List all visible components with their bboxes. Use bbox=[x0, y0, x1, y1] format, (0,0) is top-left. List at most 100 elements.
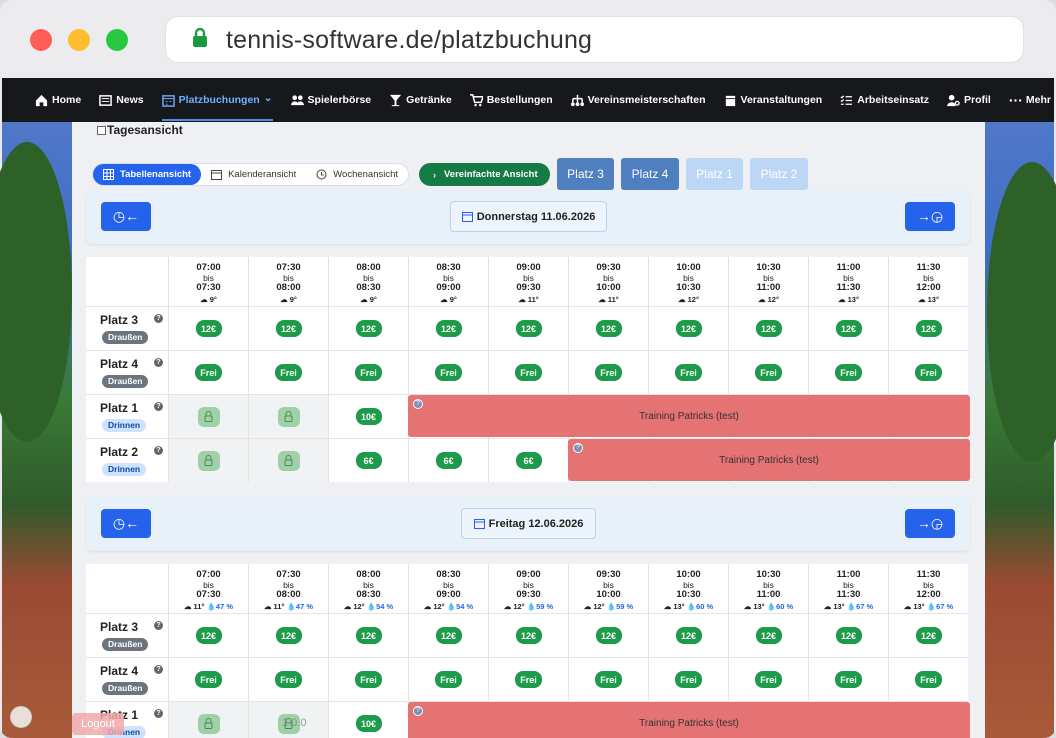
maximize-window-button[interactable] bbox=[106, 29, 128, 51]
court-filter-platz1[interactable]: Platz 1 bbox=[686, 158, 743, 190]
nav-item-platzbuchungen[interactable]: Platzbuchungen ⌄ bbox=[161, 78, 273, 122]
booking-block[interactable]: ? Training Patricks (test) bbox=[568, 439, 970, 481]
slot-cell[interactable]: 6€ bbox=[488, 438, 568, 482]
booking-block[interactable]: ? Training Patricks (test) bbox=[408, 395, 970, 437]
slot-price-pill[interactable]: Frei bbox=[675, 364, 702, 381]
slot-cell[interactable]: 12€ bbox=[648, 306, 728, 350]
help-icon[interactable]: ? bbox=[154, 358, 163, 367]
slot-price-pill[interactable]: 12€ bbox=[595, 627, 622, 644]
slot-cell[interactable]: 12€ bbox=[248, 306, 328, 350]
tab-wochenansicht[interactable]: Wochenansicht bbox=[306, 164, 408, 185]
slot-cell[interactable]: 12€ bbox=[168, 306, 248, 350]
help-icon[interactable]: ? bbox=[154, 446, 163, 455]
slot-price-pill[interactable]: 6€ bbox=[355, 452, 382, 469]
slot-price-pill[interactable]: Frei bbox=[355, 364, 382, 381]
slot-cell[interactable]: 6€ bbox=[408, 438, 488, 482]
slot-cell[interactable]: Frei bbox=[888, 657, 968, 701]
slot-price-pill[interactable]: 12€ bbox=[275, 320, 302, 337]
nav-item-veranstaltungen[interactable]: Veranstaltungen bbox=[724, 78, 822, 122]
slot-price-pill[interactable]: 12€ bbox=[915, 627, 942, 644]
nav-item-profil[interactable]: Profil bbox=[947, 78, 991, 122]
slot-cell[interactable]: 12€ bbox=[488, 306, 568, 350]
slot-cell[interactable]: Frei bbox=[488, 657, 568, 701]
tab-tabellenansicht[interactable]: Tabellenansicht bbox=[93, 164, 202, 185]
slot-cell[interactable]: Frei bbox=[408, 350, 488, 394]
booking-block[interactable]: ? Training Patricks (test) bbox=[408, 702, 970, 738]
previous-day-button[interactable]: ◷← bbox=[101, 202, 151, 231]
slot-price-pill[interactable]: 12€ bbox=[915, 320, 942, 337]
slot-cell[interactable]: 12€ bbox=[328, 306, 408, 350]
slot-cell[interactable]: Frei bbox=[248, 657, 328, 701]
slot-cell[interactable]: 12€ bbox=[568, 613, 648, 657]
slot-cell[interactable]: Frei bbox=[728, 350, 808, 394]
slot-cell[interactable]: 12€ bbox=[648, 613, 728, 657]
slot-cell[interactable]: 12€ bbox=[168, 613, 248, 657]
slot-cell[interactable]: 12€ bbox=[568, 306, 648, 350]
slot-cell[interactable]: 10€ bbox=[328, 394, 408, 438]
slot-price-pill[interactable]: Frei bbox=[835, 671, 862, 688]
slot-price-pill[interactable]: Frei bbox=[195, 364, 222, 381]
slot-price-pill[interactable]: Frei bbox=[755, 364, 782, 381]
slot-cell[interactable]: Frei bbox=[728, 657, 808, 701]
slot-cell[interactable] bbox=[168, 394, 248, 438]
minimize-window-button[interactable] bbox=[68, 29, 90, 51]
slot-cell[interactable]: 12€ bbox=[408, 306, 488, 350]
slot-cell[interactable]: Frei bbox=[648, 350, 728, 394]
date-picker-button[interactable]: Freitag 12.06.2026 bbox=[461, 508, 596, 539]
help-icon[interactable]: ? bbox=[154, 314, 163, 323]
slot-price-pill[interactable]: Frei bbox=[755, 671, 782, 688]
slot-price-pill[interactable]: Frei bbox=[275, 364, 302, 381]
slot-price-pill[interactable]: Frei bbox=[435, 671, 462, 688]
slot-price-pill[interactable]: Frei bbox=[515, 364, 542, 381]
slot-cell[interactable] bbox=[248, 438, 328, 482]
slot-price-pill[interactable]: Frei bbox=[915, 671, 942, 688]
slot-cell[interactable]: 10€ bbox=[328, 701, 408, 738]
slot-cell[interactable]: Frei bbox=[408, 657, 488, 701]
checkbox-box[interactable] bbox=[97, 125, 106, 135]
slot-cell[interactable]: Frei bbox=[888, 350, 968, 394]
slot-price-pill[interactable]: Frei bbox=[675, 671, 702, 688]
nav-item-mehr[interactable]: Mehr⌄ bbox=[1009, 78, 1056, 122]
nav-item-bestellungen[interactable]: Bestellungen bbox=[469, 78, 553, 122]
slot-cell[interactable]: 12€ bbox=[728, 306, 808, 350]
slot-cell[interactable]: 12€ bbox=[808, 613, 888, 657]
slot-price-pill[interactable]: 12€ bbox=[275, 627, 302, 644]
slot-cell[interactable]: 12€ bbox=[328, 613, 408, 657]
slot-cell[interactable]: 6€ bbox=[328, 438, 408, 482]
slot-price-pill[interactable]: 12€ bbox=[675, 627, 702, 644]
slot-price-pill[interactable]: Frei bbox=[435, 364, 462, 381]
nav-item-news[interactable]: News bbox=[99, 78, 144, 122]
slot-price-pill[interactable]: 12€ bbox=[755, 320, 782, 337]
slot-cell[interactable]: Frei bbox=[248, 350, 328, 394]
help-icon[interactable]: ? bbox=[413, 399, 423, 409]
slot-price-pill[interactable]: Frei bbox=[915, 364, 942, 381]
slot-price-pill[interactable]: Frei bbox=[835, 364, 862, 381]
slot-price-pill[interactable]: 6€ bbox=[435, 452, 462, 469]
help-icon[interactable]: ? bbox=[154, 402, 163, 411]
slot-price-pill[interactable]: Frei bbox=[275, 671, 302, 688]
slot-cell[interactable]: 12€ bbox=[488, 613, 568, 657]
slot-price-pill[interactable]: 12€ bbox=[835, 320, 862, 337]
help-icon[interactable]: ? bbox=[154, 709, 163, 718]
slot-cell[interactable]: 12€ bbox=[408, 613, 488, 657]
nav-item-getr-nke[interactable]: Getränke bbox=[389, 78, 452, 122]
court-filter-platz3[interactable]: Platz 3 bbox=[557, 158, 614, 190]
previous-day-button[interactable]: ◷← bbox=[101, 509, 151, 538]
slot-price-pill[interactable]: Frei bbox=[515, 671, 542, 688]
date-picker-button[interactable]: Donnerstag 11.06.2026 bbox=[450, 201, 607, 232]
slot-price-pill[interactable]: Frei bbox=[595, 671, 622, 688]
slot-cell[interactable]: 12€ bbox=[888, 613, 968, 657]
slot-price-pill[interactable]: 12€ bbox=[515, 320, 542, 337]
slot-cell[interactable]: 12€ bbox=[248, 613, 328, 657]
nav-item-arbeitseinsatz[interactable]: Arbeitseinsatz bbox=[840, 78, 929, 122]
slot-price-pill[interactable]: 12€ bbox=[675, 320, 702, 337]
slot-price-pill[interactable]: 12€ bbox=[755, 627, 782, 644]
slot-cell[interactable]: Frei bbox=[568, 657, 648, 701]
slot-cell[interactable]: Frei bbox=[328, 350, 408, 394]
cookie-icon[interactable] bbox=[10, 706, 32, 728]
slot-price-pill[interactable]: 12€ bbox=[595, 320, 622, 337]
slot-price-pill[interactable]: 12€ bbox=[195, 627, 222, 644]
slot-cell[interactable]: Frei bbox=[168, 350, 248, 394]
slot-price-pill[interactable]: 10€ bbox=[355, 408, 382, 425]
slot-price-pill[interactable]: 10€ bbox=[355, 715, 382, 732]
